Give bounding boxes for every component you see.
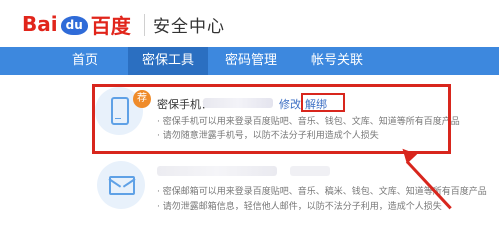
nav-item-home[interactable]: 首页 <box>53 47 117 75</box>
email-desc-line-2: · 请勿泄露邮箱信息，轻信他人邮件，以防不法分子利用，造成个人损失 <box>157 202 442 212</box>
masked-email-address <box>157 166 277 176</box>
nav-item-password-management[interactable]: 密码管理 <box>216 47 286 75</box>
header: Bai du 百度 安全中心 <box>0 0 499 45</box>
main-nav: 首页 密保工具 密码管理 帐号关联 <box>0 47 499 75</box>
page-title: 安全中心 <box>153 17 225 37</box>
phone-card-highlight-box <box>92 84 451 154</box>
masked-email-action <box>290 166 330 176</box>
logo-cn-text: 百度 <box>90 13 131 38</box>
mail-icon <box>97 161 145 209</box>
baidu-logo[interactable]: Bai du 百度 <box>22 10 131 38</box>
logo-paw-icon: du <box>60 15 88 35</box>
nav-item-account-linking[interactable]: 帐号关联 <box>302 47 372 75</box>
logo-bai-text: Bai <box>22 12 58 36</box>
nav-item-security-tools[interactable]: 密保工具 <box>128 47 208 75</box>
header-divider <box>144 14 145 36</box>
